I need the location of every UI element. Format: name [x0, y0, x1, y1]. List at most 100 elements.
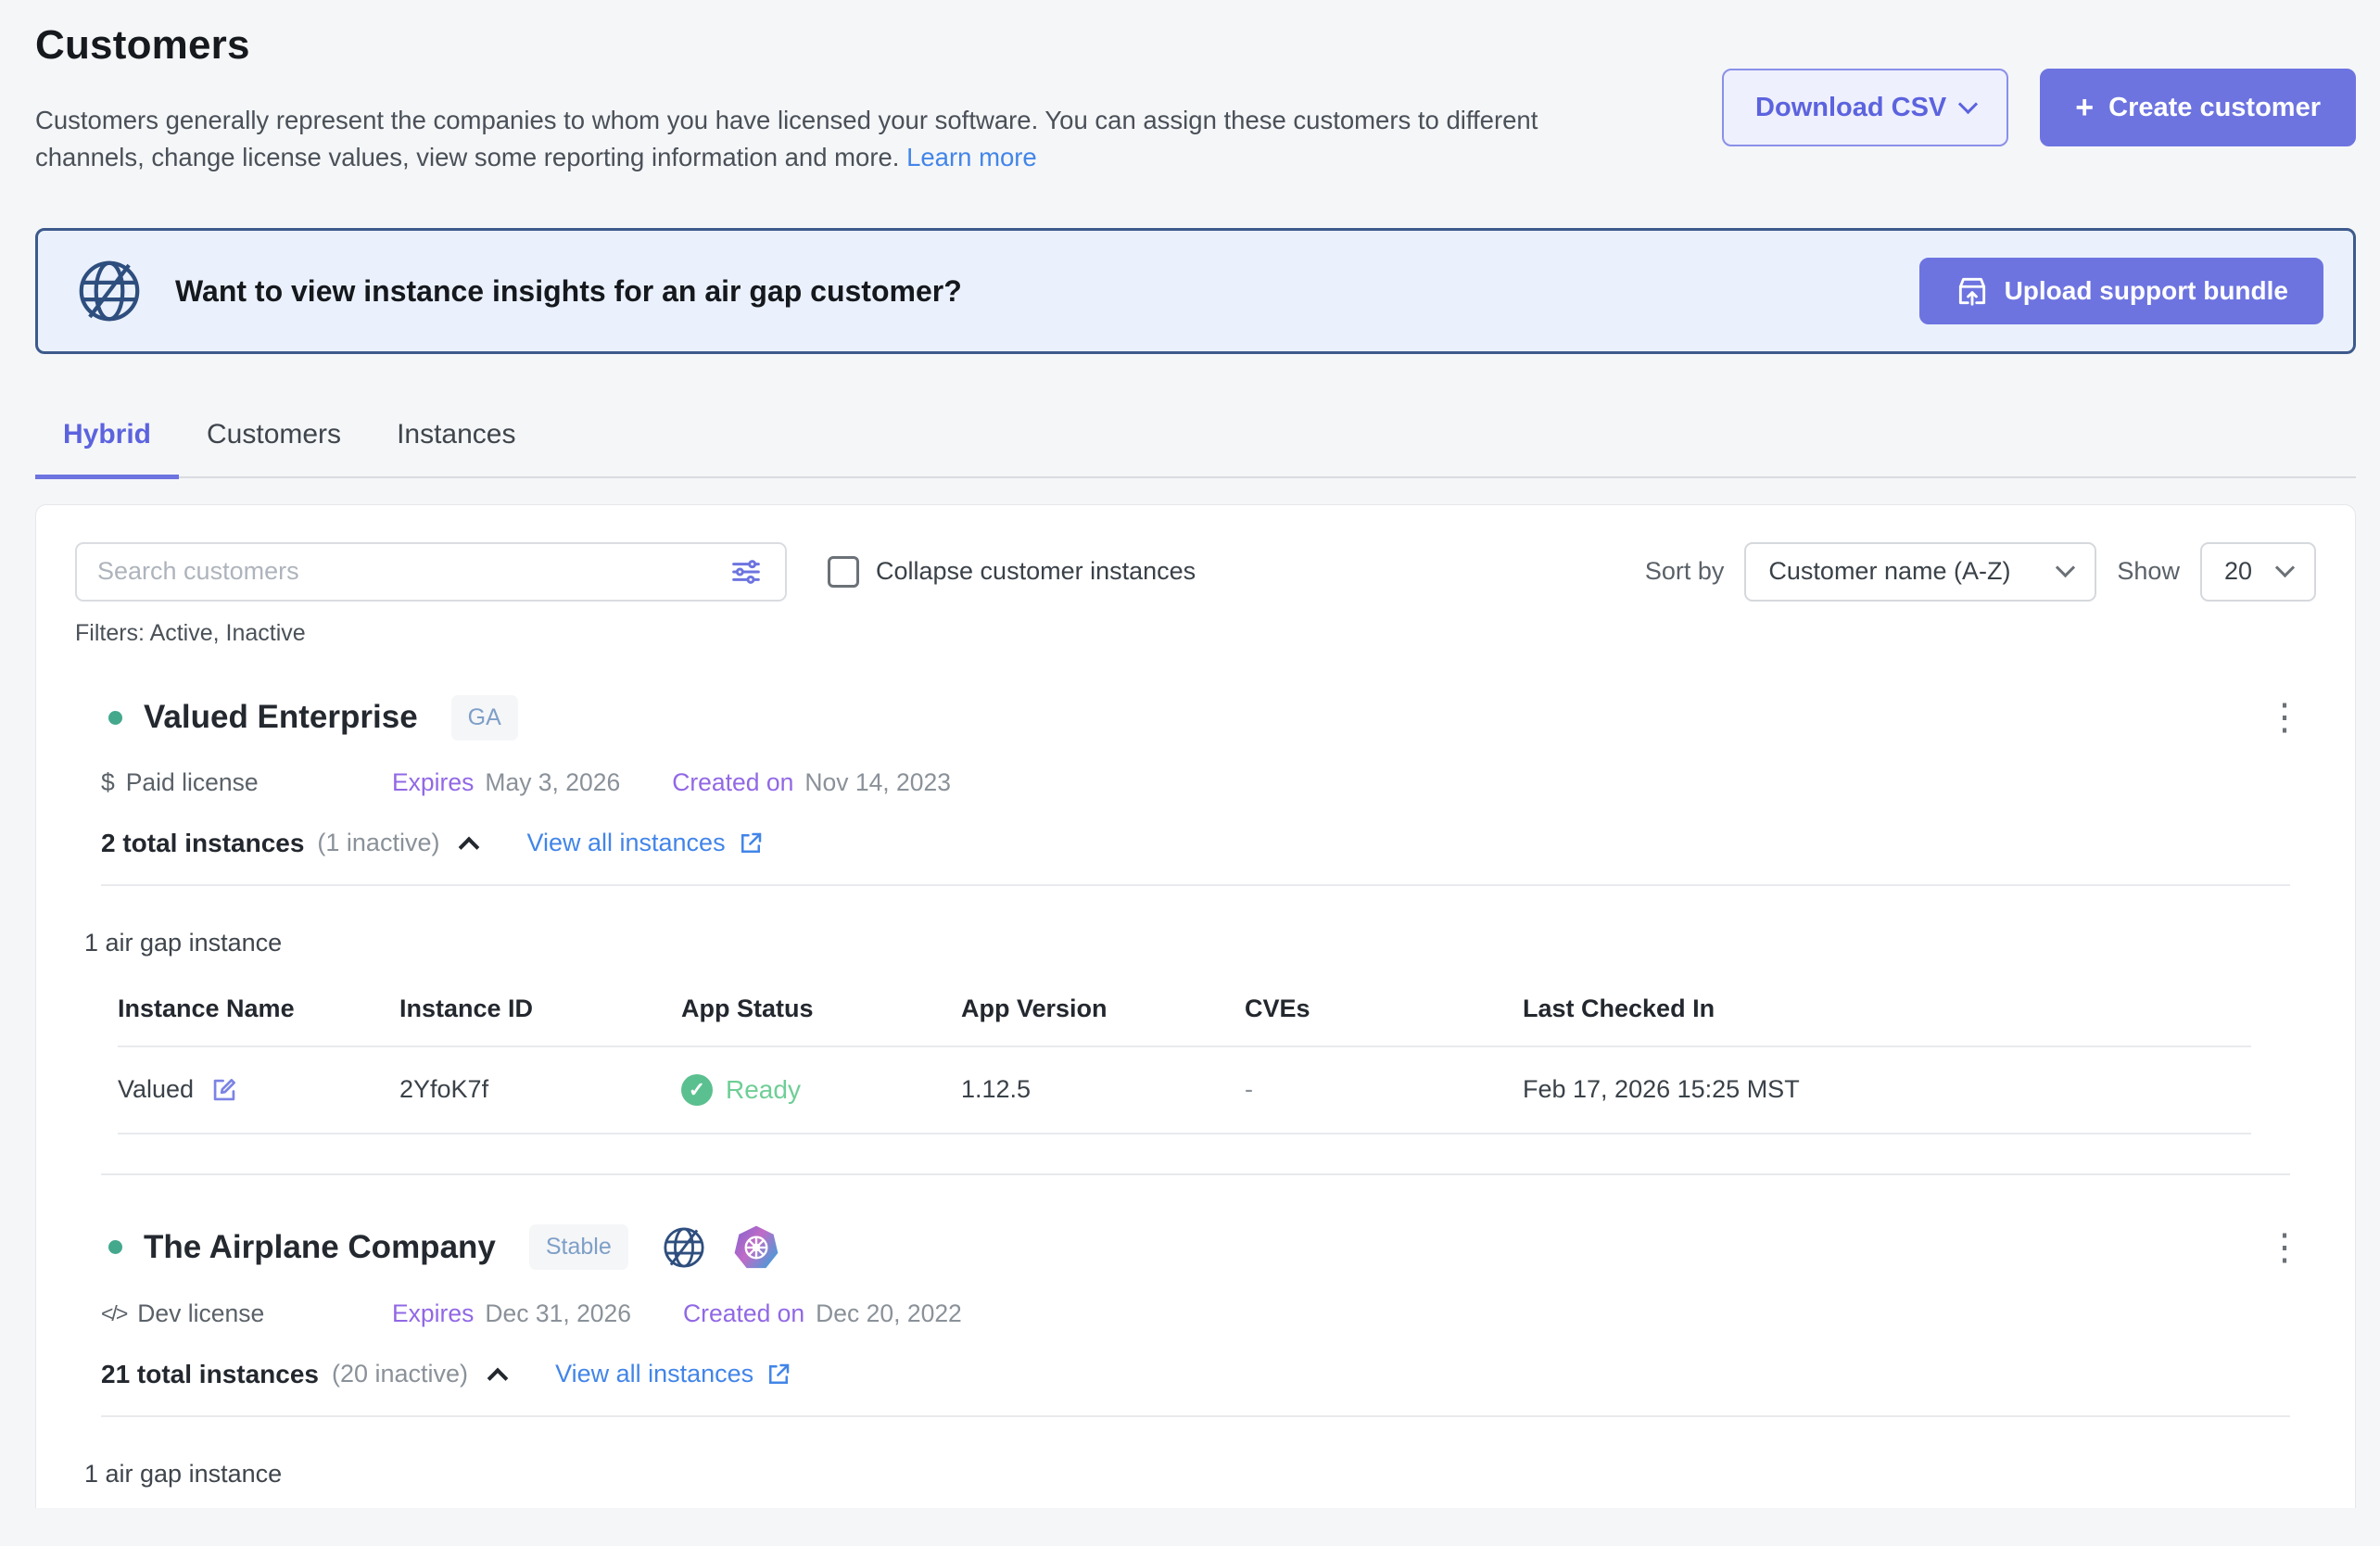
chevron-down-icon [1958, 94, 1978, 113]
expires-date: May 3, 2026 [485, 768, 620, 797]
toolbar: Collapse customer instances Sort by Cust… [36, 505, 2355, 602]
create-customer-label: Create customer [2108, 93, 2321, 123]
page-description: Customers generally represent the compan… [35, 102, 1652, 176]
airgap-banner: Want to view instance insights for an ai… [35, 228, 2356, 354]
active-status-dot [108, 1240, 122, 1254]
tab-bar: Hybrid Customers Instances [35, 406, 2356, 478]
page-header: Customers Customers generally represent … [35, 22, 2356, 176]
filter-sliders-icon[interactable] [728, 553, 765, 590]
created-group: Created on Nov 14, 2023 [672, 768, 951, 797]
kebab-menu-icon[interactable]: ⋮ [2253, 699, 2316, 736]
license-type-label: Paid license [126, 768, 259, 797]
search-input[interactable] [97, 557, 728, 586]
created-group: Created on Dec 20, 2022 [683, 1299, 962, 1328]
customer-name[interactable]: Valued Enterprise [144, 699, 418, 736]
instance-name-cell: Valued [118, 1074, 399, 1106]
instance-table-header: Instance Name Instance ID App Status App… [118, 995, 2251, 1045]
dev-code-icon: </> [101, 1301, 126, 1326]
divider [101, 884, 2290, 886]
download-csv-label: Download CSV [1755, 93, 1946, 123]
chevron-down-icon [2275, 558, 2295, 577]
airgap-instance-count: 1 air gap instance [75, 1460, 2316, 1489]
external-link-icon [737, 830, 765, 857]
expires-date: Dec 31, 2026 [485, 1299, 631, 1328]
app-status-value: Ready [726, 1075, 801, 1105]
sort-select-value: Customer name (A-Z) [1768, 557, 2010, 586]
show-label: Show [2117, 557, 2180, 586]
created-date: Nov 14, 2023 [804, 768, 951, 797]
customer-header: Valued Enterprise GA ⋮ [75, 695, 2316, 741]
customer-row-airplane-company: The Airplane Company Stable [36, 1223, 2355, 1508]
instances-summary-row: 2 total instances (1 inactive) View all … [75, 829, 2316, 858]
tab-customers[interactable]: Customers [179, 406, 369, 479]
customer-row-valued-enterprise: Valued Enterprise GA ⋮ $ Paid license Ex… [36, 695, 2355, 1134]
page-title: Customers [35, 22, 2356, 69]
active-status-dot [108, 711, 122, 725]
tab-hybrid[interactable]: Hybrid [35, 406, 179, 479]
active-filters-text: Filters: Active, Inactive [36, 602, 2355, 647]
upload-bundle-label: Upload support bundle [2005, 276, 2288, 306]
created-label: Created on [683, 1299, 804, 1328]
show-select[interactable]: 20 [2200, 542, 2316, 602]
expires-group: Expires Dec 31, 2026 [392, 1299, 631, 1328]
collapse-instances-label: Collapse customer instances [876, 557, 1196, 586]
inactive-instances-text: (20 inactive) [332, 1360, 468, 1388]
instance-table-row: Valued 2YfoK7f ✓ Ready 1.12.5 - Feb 17, … [118, 1045, 2251, 1134]
collapse-chevron-up-icon[interactable] [459, 836, 480, 857]
sort-select[interactable]: Customer name (A-Z) [1744, 542, 2096, 602]
edit-pencil-icon[interactable] [209, 1074, 240, 1106]
tab-instances[interactable]: Instances [369, 406, 543, 479]
expires-label: Expires [392, 1299, 474, 1328]
header-actions: Download CSV + Create customer [1722, 69, 2356, 146]
customer-type-icons [660, 1223, 780, 1272]
customer-separator [101, 1173, 2290, 1175]
collapse-instances-control: Collapse customer instances [828, 556, 1196, 588]
last-checked-in-value: Feb 17, 2026 15:25 MST [1523, 1075, 2251, 1104]
divider [101, 1415, 2290, 1417]
collapse-chevron-up-icon[interactable] [487, 1367, 509, 1388]
upload-bundle-icon [1955, 273, 1990, 309]
create-customer-button[interactable]: + Create customer [2040, 69, 2356, 146]
license-row: $ Paid license Expires May 3, 2026 Creat… [75, 768, 2316, 797]
ready-check-icon: ✓ [681, 1074, 713, 1106]
customers-page: Customers Customers generally represent … [0, 0, 2380, 1508]
inactive-instances-text: (1 inactive) [317, 829, 439, 857]
customer-name[interactable]: The Airplane Company [144, 1229, 496, 1266]
show-select-value: 20 [2224, 557, 2252, 586]
view-all-instances-link[interactable]: View all instances [555, 1360, 792, 1388]
search-box [75, 542, 787, 602]
total-instances-text: 2 total instances [101, 829, 304, 858]
airgap-globe-icon [73, 255, 146, 327]
download-csv-button[interactable]: Download CSV [1722, 69, 2008, 146]
instance-table: Instance Name Instance ID App Status App… [118, 995, 2251, 1134]
created-date: Dec 20, 2022 [816, 1299, 962, 1328]
col-app-version: App Version [961, 995, 1245, 1023]
license-row: </> Dev license Expires Dec 31, 2026 Cre… [75, 1299, 2316, 1328]
channel-badge: Stable [529, 1224, 628, 1270]
total-instances-text: 21 total instances [101, 1360, 319, 1389]
expires-group: Expires May 3, 2026 [392, 768, 620, 797]
view-all-instances-label: View all instances [526, 829, 725, 857]
license-type: </> Dev license [101, 1299, 392, 1328]
expires-label: Expires [392, 768, 474, 797]
col-cves: CVEs [1245, 995, 1523, 1023]
upload-support-bundle-button[interactable]: Upload support bundle [1919, 258, 2323, 324]
external-link-icon [765, 1361, 792, 1388]
kebab-menu-icon[interactable]: ⋮ [2253, 1229, 2316, 1266]
collapse-instances-checkbox[interactable] [828, 556, 859, 588]
view-all-instances-label: View all instances [555, 1360, 753, 1388]
col-last-checked-in: Last Checked In [1523, 995, 2251, 1023]
license-type-label: Dev license [137, 1299, 264, 1328]
sort-by-label: Sort by [1645, 557, 1725, 586]
plus-icon: + [2075, 92, 2094, 123]
created-label: Created on [672, 768, 793, 797]
airgap-banner-title: Want to view instance insights for an ai… [175, 274, 962, 309]
learn-more-link[interactable]: Learn more [906, 143, 1037, 171]
app-status-cell: ✓ Ready [681, 1074, 961, 1106]
view-all-instances-link[interactable]: View all instances [526, 829, 764, 857]
license-type: $ Paid license [101, 768, 392, 797]
customer-header: The Airplane Company Stable [75, 1223, 2316, 1272]
instance-name-value: Valued [118, 1075, 194, 1104]
kubernetes-icon [732, 1223, 780, 1272]
page-description-text: Customers generally represent the compan… [35, 106, 1538, 171]
